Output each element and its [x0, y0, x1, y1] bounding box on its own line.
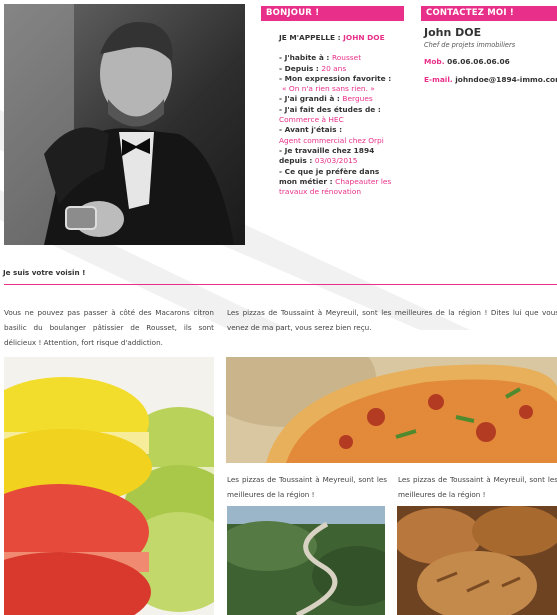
bio-studies: - J'ai fait des études de : Commerce à HE… — [279, 105, 397, 126]
contact-block: John DOE Chef de projets immobiliers Mob… — [424, 26, 557, 93]
bio-expression-label: - Mon expression favorite : — [279, 73, 392, 83]
bio-expression-value: « On n'a rien sans rien. » — [282, 84, 375, 94]
email-label: E-mail. — [424, 75, 456, 84]
bio-since: - Je travaille chez 1894 depuis : 03/03/… — [279, 146, 397, 167]
mobile-label: Mob. — [424, 57, 448, 66]
macarons-paragraph: Vous ne pouvez pas passer à côté des Mac… — [4, 308, 214, 347]
contact-header: CONTACTEZ MOI ! — [421, 6, 557, 21]
contact-email[interactable]: E-mail. johndoe@1894-immo.com — [424, 75, 557, 85]
bio-grew-label: - J'ai grandi à : — [279, 94, 343, 104]
contact-mobile[interactable]: Mob. 06.06.06.06.06 — [424, 57, 557, 67]
bio-expression: - Mon expression favorite : « On n'a rien… — [279, 74, 397, 95]
bonjour-header: BONJOUR ! — [261, 6, 404, 21]
pizza-photo — [226, 357, 557, 463]
bio-grew: - J'ai grandi à : Bergues — [279, 94, 397, 104]
bio-grew-value: Bergues — [342, 94, 373, 104]
macarons-photo — [4, 357, 214, 615]
bio-intro-label: JE M'APPELLE : — [279, 33, 344, 42]
bio-lives: - J'habite à : Rousset — [279, 53, 397, 63]
bio-prefer: - Ce que je préfère dans mon métier : Ch… — [279, 167, 397, 198]
bio-age-value: 20 ans — [321, 63, 347, 73]
bio-before: - Avant j'étais : Agent commercial chez O… — [279, 125, 397, 146]
bio-block: JE M'APPELLE : JOHN DOE - J'habite à : R… — [279, 33, 397, 197]
bio-name-line: JE M'APPELLE : JOHN DOE — [279, 33, 397, 43]
bio-before-value: Agent commercial chez Orpi — [279, 135, 384, 145]
bio-since-value: 03/03/2015 — [314, 156, 358, 166]
bio-before-label: - Avant j'étais : — [279, 125, 343, 135]
mobile-value[interactable]: 06.06.06.06.06 — [447, 57, 510, 66]
bio-lives-label: - J'habite à : — [279, 53, 332, 63]
bio-studies-value: Commerce à HEC — [279, 115, 344, 125]
neighbor-heading: Je suis votre voisin ! — [3, 268, 86, 277]
caption-right: Les pizzas de Toussaint à Meyreuil, sont… — [398, 475, 557, 499]
bread-photo — [397, 506, 557, 615]
email-value[interactable]: johndoe@1894-immo.com — [455, 75, 557, 84]
bio-lives-value: Rousset — [331, 53, 362, 63]
divider — [4, 284, 557, 285]
portrait-photo — [4, 4, 245, 245]
road-photo — [227, 506, 385, 615]
bio-intro-name: JOHN DOE — [343, 33, 385, 42]
pizza-paragraph: Les pizzas de Toussaint à Meyreuil, sont… — [227, 308, 557, 332]
bio-studies-label: - J'ai fait des études de : — [279, 104, 381, 114]
contact-name: John DOE — [424, 26, 482, 39]
bio-age: - Depuis : 20 ans — [279, 64, 397, 74]
caption-left: Les pizzas de Toussaint à Meyreuil, sont… — [227, 475, 387, 499]
bio-age-label: - Depuis : — [279, 63, 322, 73]
contact-role: Chef de projets immobiliers — [424, 41, 516, 49]
